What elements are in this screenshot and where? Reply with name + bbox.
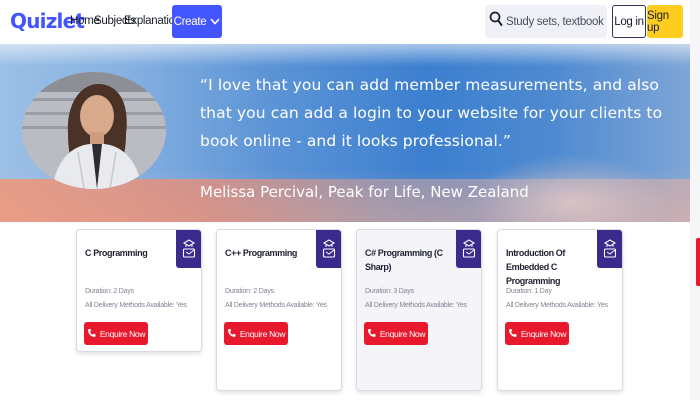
course-card-embedded-c[interactable]: Introduction Of Embedded C Programming D… — [497, 229, 623, 391]
create-label: Create — [173, 15, 207, 28]
enquire-now-button[interactable]: Enquire Now — [224, 322, 288, 345]
testimonial-avatar — [22, 72, 166, 189]
enquire-label: Enquire Now — [239, 328, 286, 339]
phone-icon — [508, 328, 517, 340]
course-title: C Programming — [85, 248, 148, 258]
course-badge-icon — [456, 230, 481, 268]
course-duration: Duration: 3 Days — [365, 288, 414, 295]
chevron-down-icon — [210, 16, 220, 28]
course-card-cpp-programming[interactable]: C++ Programming Duration: 2 Days All Del… — [216, 229, 342, 391]
course-delivery: All Delivery Methods Available: Yes — [506, 302, 608, 309]
phone-icon — [367, 328, 376, 340]
phone-icon — [87, 328, 96, 340]
course-delivery: All Delivery Methods Available: Yes — [365, 302, 467, 309]
top-nav-bar: Quizlet Home Subjects Explanations Creat… — [0, 0, 700, 44]
search-box[interactable] — [485, 5, 607, 38]
course-badge-icon — [597, 230, 622, 268]
testimonial-author: Melissa Percival, Peak for Life, New Zea… — [200, 183, 529, 201]
course-delivery: All Delivery Methods Available: Yes — [85, 302, 187, 309]
login-button[interactable]: Log in — [612, 5, 646, 38]
phone-icon — [227, 328, 236, 340]
course-duration: Duration: 2 Days — [85, 288, 134, 295]
enquire-label: Enquire Now — [520, 328, 567, 339]
course-delivery: All Delivery Methods Available: Yes — [225, 302, 327, 309]
enquire-now-button[interactable]: Enquire Now — [364, 322, 428, 345]
search-input[interactable] — [506, 15, 604, 28]
course-card-csharp-programming[interactable]: C# Programming (C Sharp) Duration: 3 Day… — [356, 229, 482, 391]
search-icon — [489, 11, 503, 32]
course-badge-icon — [316, 230, 341, 268]
banner-top-fade — [0, 44, 690, 66]
course-title: Introduction Of Embedded C Programming — [506, 248, 565, 286]
course-title: C++ Programming — [225, 248, 298, 258]
enquire-label: Enquire Now — [379, 328, 426, 339]
create-button[interactable]: Create — [172, 5, 222, 38]
course-duration: Duration: 2 Days — [225, 288, 274, 295]
side-feedback-tab[interactable] — [696, 238, 700, 286]
enquire-label: Enquire Now — [99, 328, 146, 339]
course-badge-icon — [176, 230, 201, 268]
enquire-now-button[interactable]: Enquire Now — [505, 322, 569, 345]
enquire-now-button[interactable]: Enquire Now — [84, 322, 148, 345]
testimonial-quote: “I love that you can add member measurem… — [200, 76, 663, 150]
course-title: C# Programming (C Sharp) — [365, 248, 443, 272]
course-duration: Duration: 1 Day — [506, 288, 552, 295]
scrollbar-track[interactable] — [690, 0, 700, 400]
course-card-c-programming[interactable]: C Programming Duration: 2 Days All Deliv… — [76, 229, 202, 352]
signup-button[interactable]: Sign up — [647, 5, 683, 38]
